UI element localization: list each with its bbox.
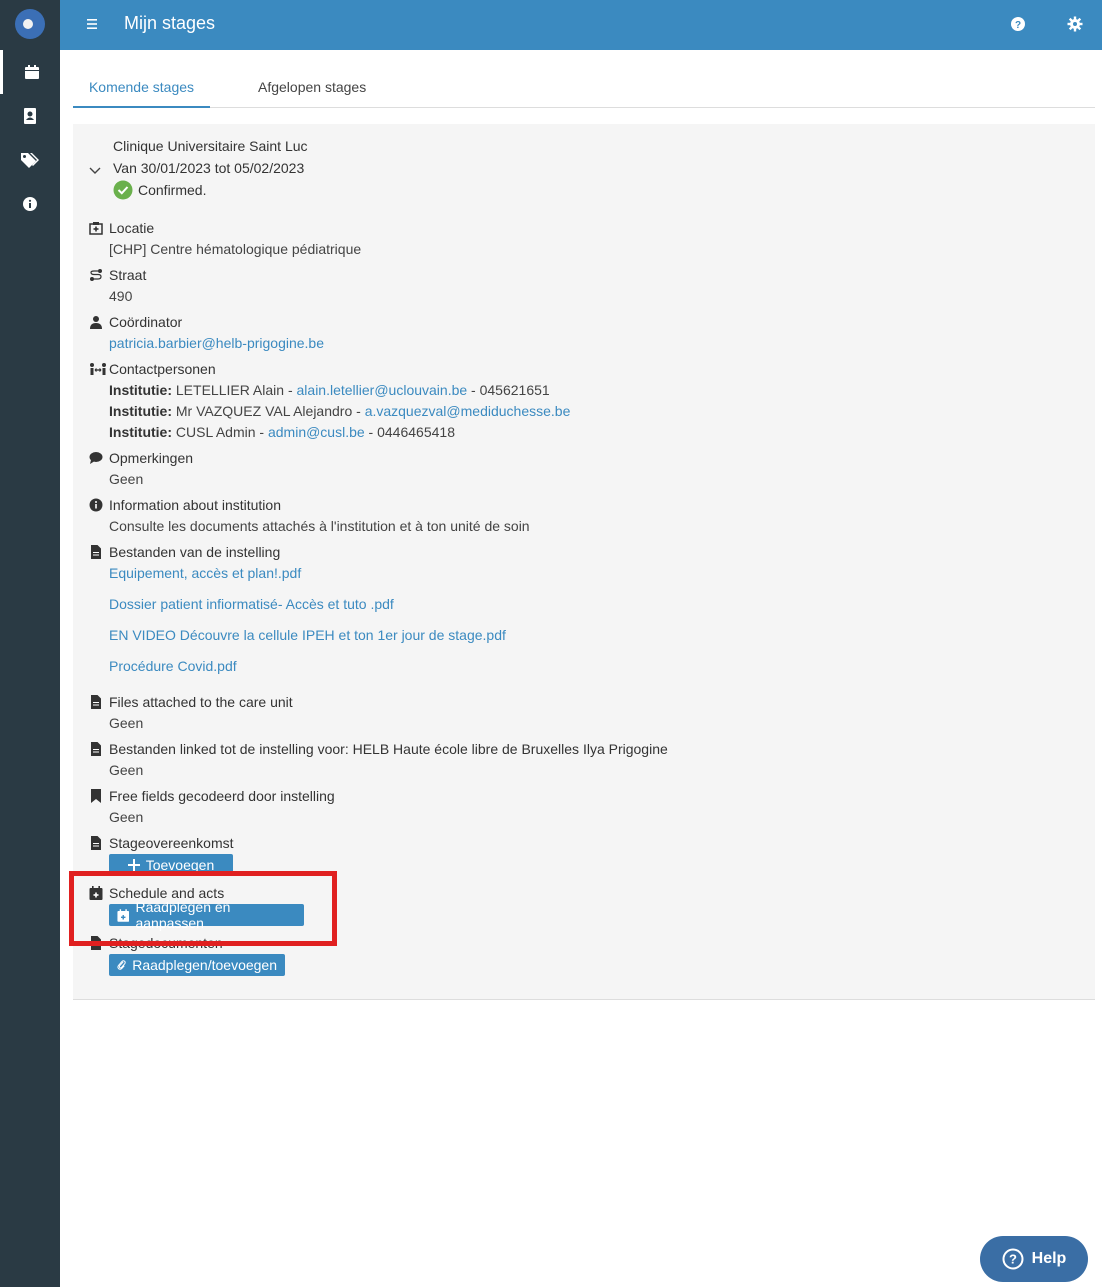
route-icon (89, 268, 103, 282)
contact-phone: - 045621651 (467, 382, 550, 398)
info-value: Consulte les documents attachés à l'inst… (109, 518, 530, 534)
file-link[interactable]: EN VIDEO Découvre la cellule IPEH et ton… (109, 627, 506, 643)
straat-label: Straat (109, 267, 147, 283)
documents-button[interactable]: Raadplegen/toevoegen (109, 954, 285, 976)
paperclip-icon (117, 960, 126, 970)
svg-text:?: ? (1015, 20, 1021, 31)
info-circle-icon (89, 498, 103, 512)
straat-value: 490 (109, 288, 133, 304)
calendar-icon (24, 65, 39, 79)
contacts-label: Contactpersonen (109, 361, 216, 377)
bookmark-icon (89, 789, 103, 803)
info-label: Information about institution (109, 497, 281, 513)
sidebar-item-tags[interactable] (0, 138, 60, 182)
hospital-icon (89, 221, 103, 235)
coordinator-label: Coördinator (109, 314, 183, 330)
bestanden-label: Bestanden van de instelling (109, 544, 281, 560)
page-title: Mijn stages (124, 13, 216, 33)
question-circle-icon: ? (1002, 1248, 1024, 1270)
tags-icon (21, 153, 39, 168)
contact-phone: - 0446465418 (364, 424, 455, 440)
file-icon (89, 742, 103, 756)
tab-afgelopen-stages[interactable]: Afgelopen stages (258, 66, 366, 108)
stage-period: Van 30/01/2023 tot 05/02/2023 (113, 160, 305, 176)
contact-row: Institutie: CUSL Admin - admin@cusl.be -… (109, 424, 455, 440)
status-text: Confirmed. (138, 182, 207, 198)
check-circle-icon (113, 180, 133, 200)
sidebar (0, 0, 60, 1287)
user-tie-icon (89, 315, 103, 329)
plus-icon (127, 859, 140, 871)
help-button[interactable]: ? Help (980, 1236, 1088, 1282)
linked-files-value: Geen (109, 762, 144, 778)
care-unit-value: Geen (109, 715, 144, 731)
free-fields-value: Geen (109, 809, 144, 825)
info-icon (23, 197, 37, 211)
contact-prefix: Institutie: (109, 382, 172, 398)
sidebar-item-calendar[interactable] (0, 50, 60, 94)
free-fields-label: Free fields gecodeerd door instelling (109, 788, 335, 804)
contact-prefix: Institutie: (109, 403, 172, 419)
contact-prefix: Institutie: (109, 424, 172, 440)
svg-text:?: ? (1009, 1252, 1017, 1267)
highlight-box (69, 871, 337, 946)
hamburger-menu-icon[interactable] (82, 14, 102, 34)
contact-name: Mr VAZQUEZ VAL Alejandro - (172, 403, 365, 419)
institution-name: Clinique Universitaire Saint Luc (113, 138, 308, 154)
contact-name: CUSL Admin - (172, 424, 268, 440)
tab-komende-stages[interactable]: Komende stages (73, 66, 210, 108)
contact-email-link[interactable]: admin@cusl.be (268, 424, 365, 440)
help-button-label: Help (1031, 1250, 1067, 1267)
app-logo[interactable] (14, 8, 46, 40)
collapse-chevron-icon[interactable] (89, 163, 101, 179)
linked-files-label: Bestanden linked tot de instelling voor:… (109, 741, 668, 757)
agreement-label: Stageovereenkomst (109, 835, 234, 851)
people-arrows-icon (89, 362, 107, 376)
question-circle-icon[interactable]: ? (1008, 14, 1028, 34)
file-icon (89, 545, 103, 559)
documents-button-label: Raadplegen/toevoegen (132, 957, 277, 973)
stage-tabs: Komende stages Afgelopen stages (73, 66, 1095, 108)
locatie-value: [CHP] Centre hématologique pédiatrique (109, 241, 362, 257)
file-link[interactable]: Equipement, accès et plan!.pdf (109, 565, 301, 581)
contact-row: Institutie: LETELLIER Alain - alain.lete… (109, 382, 550, 398)
contact-email-link[interactable]: alain.letellier@uclouvain.be (297, 382, 468, 398)
contact-row: Institutie: Mr VAZQUEZ VAL Alejandro - a… (109, 403, 570, 419)
comment-icon (89, 451, 103, 465)
contact-email-link[interactable]: a.vazquezval@mediduchesse.be (365, 403, 571, 419)
opmerkingen-label: Opmerkingen (109, 450, 194, 466)
care-unit-label: Files attached to the care unit (109, 694, 293, 710)
file-link[interactable]: Dossier patient infiormatisé- Accès et t… (109, 596, 394, 612)
file-icon (89, 695, 103, 709)
sidebar-item-contacts[interactable] (0, 94, 60, 138)
file-link[interactable]: Procédure Covid.pdf (109, 658, 237, 674)
file-icon (89, 836, 103, 850)
contact-book-icon (24, 108, 36, 124)
sidebar-item-info[interactable] (0, 182, 60, 226)
coordinator-email-link[interactable]: patricia.barbier@helb-prigogine.be (109, 335, 324, 351)
locatie-label: Locatie (109, 220, 155, 236)
top-bar: Mijn stages ? (60, 0, 1102, 50)
opmerkingen-value: Geen (109, 471, 144, 487)
contact-name: LETELLIER Alain - (172, 382, 297, 398)
gear-icon[interactable] (1065, 14, 1085, 34)
